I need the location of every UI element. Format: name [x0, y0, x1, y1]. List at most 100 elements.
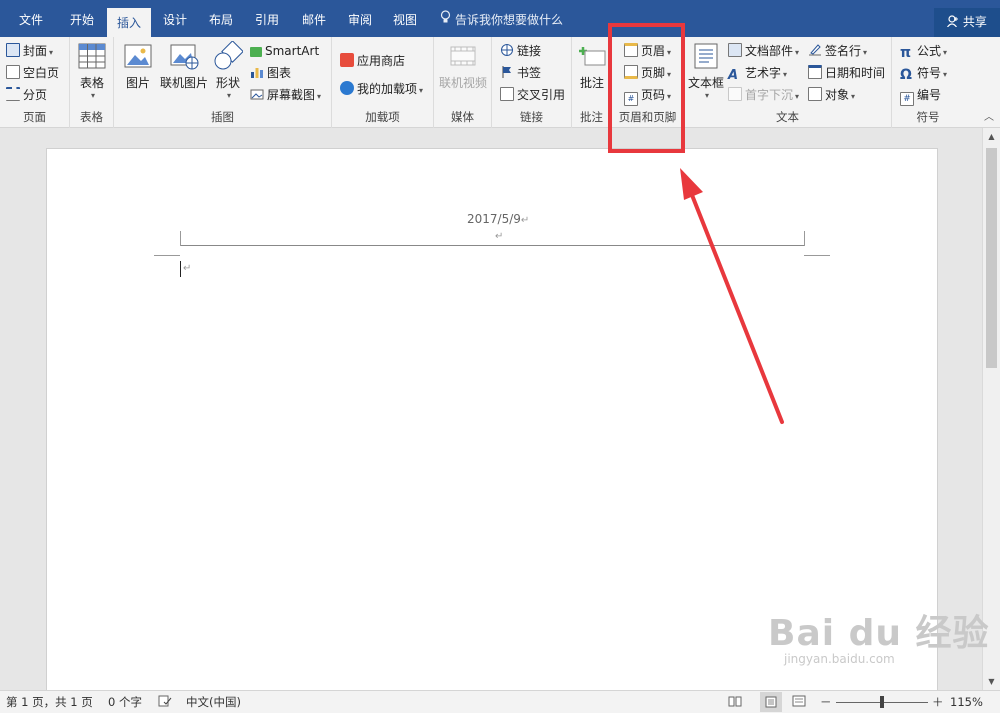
text-cursor [180, 261, 181, 277]
tab-review[interactable]: 审阅 [338, 0, 382, 37]
online-picture-button[interactable]: 联机图片 [158, 41, 210, 91]
equation-label: 公式 [917, 44, 942, 58]
object-button[interactable]: 对象 ▾ [808, 85, 855, 105]
pi-icon: π [900, 45, 912, 61]
tell-me-text: 告诉我你想要做什么 [455, 13, 564, 27]
person-icon [947, 15, 963, 29]
cross-reference-button[interactable]: 交叉引用 [500, 85, 565, 105]
zoom-slider-thumb[interactable] [880, 696, 884, 708]
date-time-button[interactable]: 日期和时间 [808, 63, 885, 83]
word-window: 文件 开始 插入 设计 布局 引用 邮件 审阅 视图 告诉我你想要做什么 共享 … [0, 0, 1000, 713]
table-button[interactable]: 表格 ▾ [77, 41, 107, 100]
print-layout-icon[interactable] [760, 692, 782, 712]
link-button[interactable]: 链接 [500, 41, 541, 61]
chart-icon [250, 65, 264, 79]
blank-label: 空白页 [23, 66, 60, 80]
shapes-button[interactable]: 形状 ▾ [212, 40, 244, 100]
tab-insert[interactable]: 插入 [107, 8, 151, 37]
calendar-icon [808, 65, 822, 79]
status-bar: 第 1 页，共 1 页 0 个字 中文(中国) － ＋ 115% [0, 690, 1000, 713]
cross-reference-label: 交叉引用 [517, 88, 566, 102]
cross-reference-icon [500, 87, 514, 101]
textbox-label: 文本框 [687, 76, 724, 90]
tab-file[interactable]: 文件 [6, 0, 56, 37]
tab-references[interactable]: 引用 [244, 0, 290, 37]
picture-button[interactable]: 图片 [122, 41, 154, 91]
zoom-out-button[interactable]: － [820, 691, 832, 713]
scroll-thumb[interactable] [986, 148, 997, 368]
drop-cap-label: 首字下沉 [745, 88, 794, 102]
signature-line-button[interactable]: 签名行 ▾ [808, 41, 867, 61]
drop-cap-icon [728, 87, 742, 101]
chevron-down-icon: ▾ [226, 91, 231, 100]
smartart-label: SmartArt [265, 44, 320, 58]
tab-home[interactable]: 开始 [58, 0, 106, 37]
page-break-button[interactable]: 分页 [6, 85, 47, 105]
zoom-level[interactable]: 115% [950, 691, 983, 713]
watermark: Bai du 经验 jingyan.baidu.com [768, 604, 990, 666]
textbox-icon [691, 41, 721, 71]
page-break-icon [6, 87, 20, 101]
blank-page-button[interactable]: 空白页 [6, 63, 59, 83]
group-addins: 应用商店 我的加载项 ▾ 加载项 [332, 37, 434, 128]
quick-parts-icon [728, 43, 742, 57]
number-icon: # [900, 92, 914, 106]
group-label-addins: 加载项 [365, 110, 400, 124]
tab-view[interactable]: 视图 [383, 0, 427, 37]
wordart-icon: A [728, 68, 739, 83]
object-label: 对象 [825, 88, 850, 102]
language-indicator[interactable]: 中文(中国) [186, 691, 241, 713]
textbox-button[interactable]: 文本框 ▾ [686, 41, 726, 100]
symbol-label: 符号 [917, 66, 942, 80]
numbering-button[interactable]: # 编号 [900, 85, 941, 106]
group-links: 链接 书签 交叉引用 链接 [492, 37, 572, 128]
bookmark-label: 书签 [517, 66, 542, 80]
my-addins-label: 我的加载项 [357, 82, 418, 96]
quick-parts-label: 文档部件 [745, 44, 794, 58]
my-addins-button[interactable]: 我的加载项 ▾ [340, 79, 423, 99]
online-video-button[interactable]: 联机视频 [438, 41, 488, 91]
web-layout-icon[interactable] [792, 691, 806, 713]
cover-label: 封面 [23, 44, 48, 58]
scroll-up-icon[interactable]: ▲ [983, 128, 1000, 145]
screenshot-icon [250, 87, 264, 101]
zoom-in-button[interactable]: ＋ [932, 691, 944, 713]
bookmark-button[interactable]: 书签 [500, 63, 541, 83]
header-date-text[interactable]: 2017/5/9↵ [467, 212, 529, 226]
tell-me-box[interactable]: 告诉我你想要做什么 [440, 0, 563, 37]
link-label: 链接 [517, 44, 542, 58]
object-icon [808, 87, 822, 101]
video-icon [448, 41, 478, 71]
proofing-icon[interactable] [158, 691, 172, 713]
page-count[interactable]: 第 1 页，共 1 页 [6, 691, 93, 713]
quick-parts-button[interactable]: 文档部件 ▾ [728, 41, 799, 61]
tab-layout[interactable]: 布局 [199, 0, 243, 37]
word-count[interactable]: 0 个字 [108, 691, 142, 713]
tab-mailings[interactable]: 邮件 [291, 0, 337, 37]
scroll-down-icon[interactable]: ▼ [983, 673, 1000, 690]
share-button[interactable]: 共享 [934, 8, 1000, 37]
drop-cap-button[interactable]: 首字下沉 ▾ [728, 85, 799, 105]
signature-icon [808, 43, 822, 57]
store-button[interactable]: 应用商店 [340, 51, 405, 71]
collapse-ribbon-icon[interactable]: ︿ [984, 108, 994, 123]
cover-page-button[interactable]: 封面 ▾ [6, 41, 53, 61]
smartart-button[interactable]: SmartArt [250, 41, 319, 61]
store-label: 应用商店 [357, 54, 406, 68]
equation-button[interactable]: π 公式 ▾ [900, 41, 947, 61]
screenshot-button[interactable]: 屏幕截图 ▾ [250, 85, 321, 105]
tab-design[interactable]: 设计 [152, 0, 198, 37]
read-mode-icon[interactable] [728, 691, 742, 713]
symbol-button[interactable]: Ω 符号 ▾ [900, 63, 947, 83]
new-comment-icon [577, 41, 607, 71]
comment-button[interactable]: 批注 [576, 41, 608, 91]
wordart-button[interactable]: A 艺术字 ▾ [728, 63, 787, 83]
wordart-label: 艺术字 [745, 66, 782, 80]
share-label: 共享 [962, 15, 987, 29]
link-icon [500, 43, 514, 57]
group-text: 文本框 ▾ 文档部件 ▾ A 艺术字 ▾ 首字下沉 ▾ 签名行 ▾ 日期和时间 对象 ▾ [684, 37, 892, 128]
chart-button[interactable]: 图表 [250, 63, 291, 83]
paragraph-mark: ↵ [495, 231, 504, 242]
date-time-label: 日期和时间 [825, 66, 886, 80]
bookmark-icon [500, 65, 514, 79]
